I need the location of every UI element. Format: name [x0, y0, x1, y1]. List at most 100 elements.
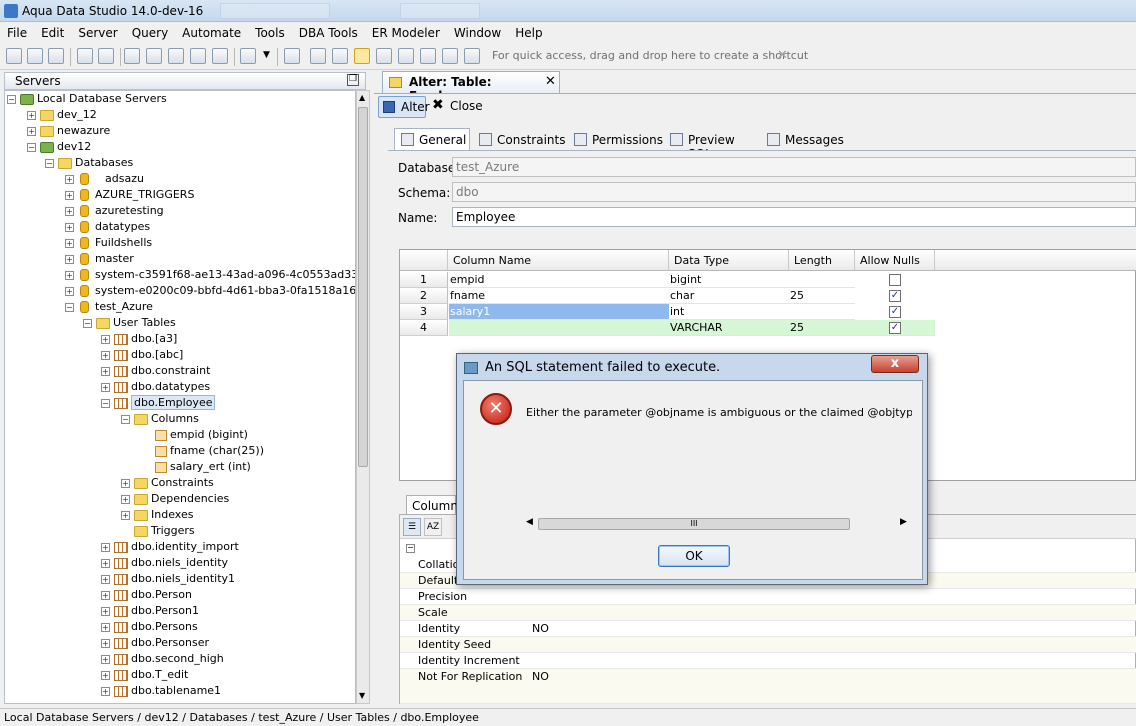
menu-server[interactable]: Server [71, 22, 124, 44]
collapse-icon[interactable]: − [121, 414, 130, 424]
tree-node-column[interactable]: empid (bigint) [155, 427, 248, 443]
grid-icon[interactable] [310, 48, 326, 64]
scrollbar-thumb[interactable]: III [538, 518, 850, 530]
menu-file[interactable]: File [0, 22, 34, 44]
expand-icon[interactable]: + [101, 366, 110, 376]
row-number[interactable]: 2 [400, 288, 448, 304]
cell-column-name[interactable]: fname [449, 288, 669, 304]
cell-column-name[interactable] [449, 320, 669, 336]
tree-node-triggers[interactable]: Triggers [134, 523, 195, 539]
allow-nulls-checkbox[interactable] [889, 274, 901, 286]
tree-node-table[interactable]: + dbo.Person1 [101, 603, 199, 619]
tools-icon[interactable] [98, 48, 114, 64]
layout-icon[interactable] [398, 48, 414, 64]
cell-length[interactable] [789, 304, 855, 320]
tree-node-table[interactable]: + dbo.T_edit [101, 667, 188, 683]
tree-node-database[interactable]: − test_Azure [65, 299, 153, 315]
server-properties-icon[interactable] [48, 48, 64, 64]
message-horizontal-scrollbar[interactable]: ◀ III ▶ [526, 517, 912, 531]
scroll-up-icon[interactable]: ▲ [359, 93, 365, 102]
tree-node-table[interactable]: + dbo.niels_identity1 [101, 571, 235, 587]
tab-permissions[interactable]: Permissions [567, 128, 663, 150]
expand-icon[interactable]: + [27, 126, 36, 136]
property-row[interactable]: Identity NO [400, 621, 1136, 637]
scroll-down-icon[interactable]: ▼ [359, 691, 365, 700]
tab-preview-sql[interactable]: Preview SQL [663, 128, 757, 161]
cell-length[interactable]: 25 [789, 288, 855, 304]
tree-vertical-scrollbar[interactable]: ▲ ▼ [356, 90, 370, 704]
tree-node-table[interactable]: + dbo.second_high [101, 651, 224, 667]
tree-node-database[interactable]: + azuretesting [65, 203, 164, 219]
tree-node-user-tables[interactable]: − User Tables [83, 315, 176, 331]
expand-icon[interactable]: + [101, 638, 110, 648]
tree-node-server[interactable]: + dev_12 [27, 107, 97, 123]
cell-data-type[interactable]: char [669, 288, 789, 304]
query-window-icon[interactable] [124, 48, 140, 64]
query-analyzer-icon[interactable] [146, 48, 162, 64]
table-icon[interactable] [332, 48, 348, 64]
menu-window[interactable]: Window [447, 22, 508, 44]
cell-length[interactable]: 25 [789, 320, 855, 336]
sort-alpha-icon[interactable]: AZ [424, 518, 442, 536]
split-view-icon[interactable] [376, 48, 392, 64]
form-icon[interactable] [284, 48, 300, 64]
schema-icon[interactable] [190, 48, 206, 64]
tree-node-table[interactable]: + dbo.Person [101, 587, 192, 603]
scroll-left-icon[interactable]: ◀ [526, 517, 533, 527]
scroll-right-icon[interactable]: ▶ [900, 517, 907, 527]
tree-node-table-selected[interactable]: − dbo.Employee [101, 395, 216, 411]
tree-node-table[interactable]: + dbo.niels_identity [101, 555, 228, 571]
close-tab-icon[interactable]: ✕ [545, 74, 556, 89]
column-header-allow-nulls[interactable]: Allow Nulls [855, 250, 935, 271]
server-tree[interactable]: − Local Database Servers + dev_12 + newazur… [4, 90, 356, 704]
menu-tools[interactable]: Tools [248, 22, 292, 44]
report-icon[interactable] [442, 48, 458, 64]
property-row[interactable]: Identity Seed [400, 637, 1136, 653]
tab-general[interactable]: General [394, 128, 470, 151]
cell-column-name-editing[interactable]: salary1 [449, 304, 669, 320]
list-icon[interactable] [420, 48, 436, 64]
tree-node-columns[interactable]: − Columns [121, 411, 199, 427]
expand-icon[interactable]: + [101, 334, 110, 344]
tree-node-constraints[interactable]: + Constraints [121, 475, 214, 491]
column-header-name[interactable]: Column Name [448, 250, 669, 271]
column-header-length[interactable]: Length [789, 250, 855, 271]
menu-query[interactable]: Query [125, 22, 175, 44]
collapse-icon[interactable]: − [65, 302, 74, 312]
menu-help[interactable]: Help [508, 22, 549, 44]
cell-data-type[interactable]: int [669, 304, 789, 320]
collapse-icon[interactable]: − [101, 398, 110, 408]
collapse-icon[interactable]: − [7, 94, 16, 104]
chevron-down-icon[interactable]: ▼ [263, 50, 270, 60]
expand-icon[interactable]: + [121, 478, 130, 488]
close-shortcut-bar-icon[interactable]: ✕ [777, 48, 788, 63]
row-number[interactable]: 3 [400, 304, 448, 320]
tree-node-table[interactable]: + dbo.[abc] [101, 347, 183, 363]
property-row[interactable]: Precision [400, 589, 1136, 605]
cell-length[interactable] [789, 272, 855, 288]
collapse-icon[interactable]: − [27, 142, 36, 152]
tree-node-dependencies[interactable]: + Dependencies [121, 491, 229, 507]
chart-icon[interactable] [464, 48, 480, 64]
cell-data-type[interactable]: bigint [669, 272, 789, 288]
editor-tab-alter-table[interactable]: Alter: Table: Employee ✕ [382, 71, 560, 103]
tree-node-table[interactable]: + dbo.tablename1 [101, 683, 221, 699]
tree-node-column[interactable]: salary_ert (int) [155, 459, 251, 475]
categorized-icon[interactable]: ☰ [403, 518, 421, 536]
tree-node-database[interactable]: + master [65, 251, 134, 267]
tree-node-table[interactable]: + dbo.[a3] [101, 331, 177, 347]
property-row[interactable]: Scale [400, 605, 1136, 621]
property-row[interactable]: Identity Increment [400, 653, 1136, 669]
tree-node-database[interactable]: + datatypes [65, 219, 150, 235]
expand-icon[interactable]: + [101, 382, 110, 392]
row-number[interactable]: 4 [400, 320, 448, 336]
cell-column-name[interactable]: empid [449, 272, 669, 288]
expand-icon[interactable]: + [121, 494, 130, 504]
menu-edit[interactable]: Edit [34, 22, 71, 44]
tab-messages[interactable]: Messages [760, 128, 844, 150]
expand-icon[interactable]: + [101, 558, 110, 568]
collapse-icon[interactable]: − [45, 158, 54, 168]
tree-node-table[interactable]: + dbo.Personser [101, 635, 209, 651]
tab-column-properties[interactable]: Column [406, 495, 458, 515]
property-row[interactable]: Not For Replication NO [400, 669, 1136, 704]
